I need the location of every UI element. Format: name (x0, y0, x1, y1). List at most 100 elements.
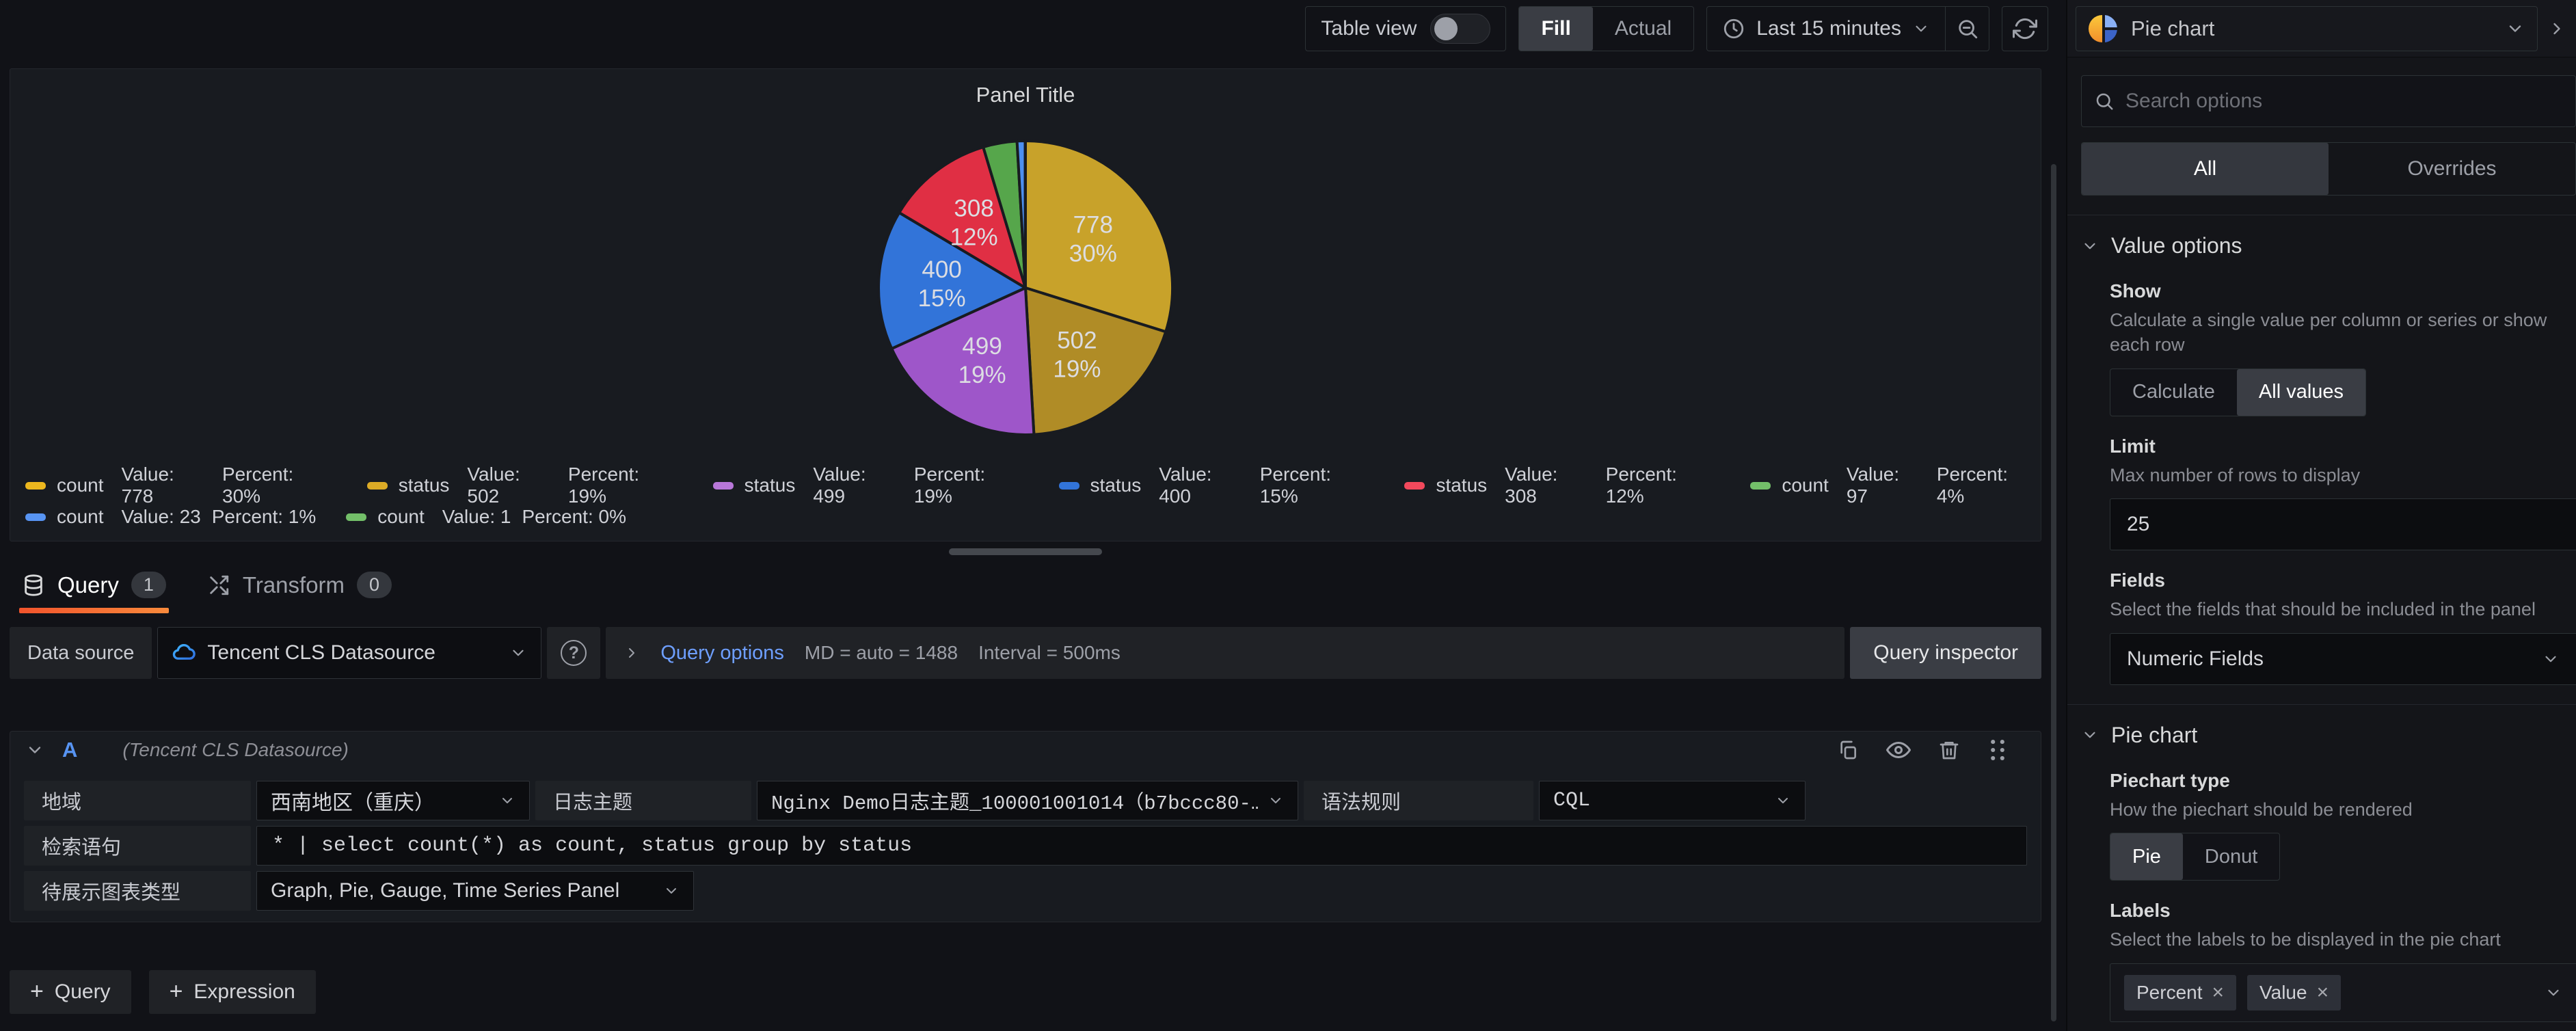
legend-percent: Percent: 15% (1260, 464, 1375, 507)
chevron-down-icon (663, 883, 680, 899)
legend-value: Value: 97 (1847, 464, 1926, 507)
legend-item[interactable]: statusValue: 400Percent: 15% (1059, 464, 1375, 507)
tab-overrides[interactable]: Overrides (2329, 143, 2575, 195)
legend-percent: Percent: 19% (568, 464, 683, 507)
region-select[interactable]: 西南地区（重庆） (256, 781, 530, 820)
legend-item[interactable]: countValue: 778Percent: 30% (25, 464, 337, 507)
table-view-toggle[interactable] (1430, 14, 1490, 44)
legend-item[interactable]: countValue: 23Percent: 1% (25, 506, 316, 528)
actual-button[interactable]: Actual (1593, 7, 1693, 51)
legend-percent: Percent: 30% (222, 464, 337, 507)
syntax-select[interactable]: CQL (1539, 781, 1806, 820)
editor-actions: Query Expression (10, 970, 2041, 1014)
value-options-section-header[interactable]: Value options (2067, 215, 2576, 261)
legend-item[interactable]: countValue: 97Percent: 4% (1750, 464, 2041, 507)
legend-swatch (1404, 482, 1425, 490)
tab-transform[interactable]: Transform 0 (204, 567, 394, 613)
time-range-button[interactable]: Last 15 minutes (1707, 7, 1945, 51)
eye-icon[interactable] (1886, 738, 1911, 762)
show-description: Calculate a single value per column or s… (2110, 308, 2576, 358)
collapse-pane-button[interactable] (2538, 6, 2576, 51)
legend-percent: Percent: 4% (1937, 464, 2041, 507)
fields-select[interactable]: Numeric Fields (2110, 633, 2576, 685)
add-expression-button[interactable]: Expression (149, 970, 316, 1014)
legend-value: Value: 23 (122, 506, 201, 528)
query-options-link[interactable]: Query options (660, 642, 784, 665)
legend-item[interactable]: statusValue: 308Percent: 12% (1404, 464, 1720, 507)
calculate-option[interactable]: Calculate (2110, 369, 2237, 416)
query-count-badge: 1 (131, 572, 166, 598)
legend-series-name: count (377, 506, 425, 528)
pie-option[interactable]: Pie (2110, 833, 2183, 880)
top-toolbar: Table view Fill Actual Last 15 minutes (0, 0, 2066, 57)
remove-icon[interactable] (2212, 982, 2225, 1004)
piechart-type-label: Piechart type (2110, 770, 2576, 792)
all-values-option[interactable]: All values (2237, 369, 2365, 416)
fill-button[interactable]: Fill (1519, 7, 1592, 51)
transform-count-badge: 0 (357, 572, 392, 598)
labels-multiselect[interactable]: Percent Value (2110, 963, 2576, 1022)
chevron-down-icon (2545, 984, 2562, 1002)
query-datasource-note: (Tencent CLS Datasource) (122, 739, 348, 761)
legend-percent: Percent: 1% (212, 506, 317, 528)
tab-all[interactable]: All (2082, 143, 2329, 195)
panel-title: Panel Title (10, 69, 2041, 107)
fields-label: Fields (2110, 570, 2576, 591)
legend-swatch (1059, 482, 1079, 490)
datasource-help-button[interactable] (547, 627, 600, 679)
pie-chart-section-header[interactable]: Pie chart (2067, 705, 2576, 751)
limit-input[interactable] (2110, 498, 2576, 550)
refresh-button[interactable] (2002, 6, 2048, 51)
panel-type-select[interactable]: Pie chart (2076, 6, 2538, 51)
time-picker-group: Last 15 minutes (1706, 6, 1989, 51)
search-statement-input[interactable] (256, 826, 2027, 866)
remove-icon[interactable] (2317, 982, 2329, 1004)
edit-pane: Panel Title 77830%50219%49919%40015%3081… (0, 57, 2066, 1031)
table-view-control: Table view (1305, 6, 1506, 51)
add-query-button[interactable]: Query (10, 970, 131, 1014)
piechart-type-description: How the piechart should be rendered (2110, 797, 2576, 822)
datasource-picker[interactable]: Tencent CLS Datasource (157, 627, 541, 679)
search-statement-label: 检索语句 (24, 826, 251, 866)
legend-item[interactable]: statusValue: 502Percent: 19% (367, 464, 683, 507)
chevron-down-icon (2542, 650, 2560, 668)
options-panel: Pie chart All Overrides Value options Sh… (2066, 0, 2576, 1031)
drag-handle-icon[interactable] (1987, 738, 2008, 762)
labels-label: Labels (2110, 900, 2576, 922)
chevron-right-icon (2547, 19, 2566, 38)
toggle-knob (1434, 17, 1458, 40)
options-search-input[interactable] (2125, 90, 2563, 113)
transform-icon (207, 574, 230, 597)
pie-chart: 77830%50219%49919%40015%30812% (10, 131, 2041, 445)
legend-swatch (346, 513, 366, 521)
query-row-2: 检索语句 (24, 826, 2027, 866)
chevron-down-icon (2081, 237, 2099, 255)
legend-item[interactable]: statusValue: 499Percent: 19% (713, 464, 1029, 507)
query-inspector-button[interactable]: Query inspector (1850, 627, 2041, 679)
chevron-right-icon (623, 645, 640, 661)
options-scroll-area: All Overrides Value options Show Calcula… (2067, 57, 2576, 1031)
trash-icon[interactable] (1938, 739, 1960, 761)
limit-field: Limit Max number of rows to display (2110, 436, 2576, 550)
duplicate-icon[interactable] (1837, 739, 1859, 761)
tab-query[interactable]: Query 1 (19, 567, 169, 613)
topic-select[interactable]: Nginx Demo日志主题_100001001014（b7bccc80-… (757, 781, 1298, 820)
limit-description: Max number of rows to display (2110, 463, 2576, 487)
horizontal-scrollbar[interactable] (949, 548, 1102, 555)
label-chip-percent[interactable]: Percent (2124, 975, 2236, 1010)
legend-value: Value: 400 (1159, 464, 1249, 507)
chart-type-select[interactable]: Graph, Pie, Gauge, Time Series Panel (256, 871, 694, 911)
table-view-label: Table view (1321, 17, 1417, 40)
legend-swatch (1750, 482, 1771, 490)
vertical-scrollbar[interactable] (2051, 164, 2056, 1021)
query-card-header[interactable]: A (Tencent CLS Datasource) (10, 732, 2041, 768)
legend-item[interactable]: countValue: 1Percent: 0% (346, 506, 626, 528)
tab-query-label: Query (57, 572, 119, 598)
donut-option[interactable]: Donut (2183, 833, 2279, 880)
main-area: Table view Fill Actual Last 15 minutes P… (0, 0, 2066, 1031)
zoom-out-button[interactable] (1945, 7, 1989, 51)
tab-transform-label: Transform (243, 572, 345, 598)
pie-slice[interactable] (1025, 141, 1026, 288)
label-chip-value[interactable]: Value (2247, 975, 2341, 1010)
legend-value: Value: 499 (813, 464, 903, 507)
